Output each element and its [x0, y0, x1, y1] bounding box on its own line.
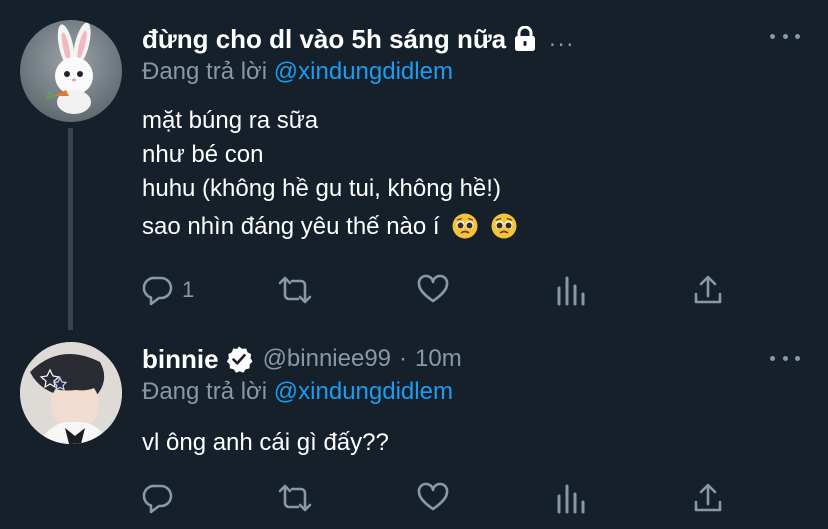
tweet-actions [142, 478, 742, 518]
verified-icon [225, 345, 253, 373]
timestamp[interactable]: 10m [415, 345, 462, 373]
thread-connector [68, 128, 73, 330]
analytics-icon [557, 276, 585, 306]
share-icon [694, 483, 722, 512]
tweet[interactable]: đừng cho dl vào 5h sáng nữa ... Đang trả… [0, 0, 828, 330]
mention-link[interactable]: @xindungdidlem [274, 378, 453, 405]
like-icon [417, 274, 449, 303]
replying-to: Đang trả lời @xindungdidlem [142, 378, 453, 406]
analytics-icon [557, 484, 585, 514]
tweet-text: mặt búng ra sữa như bé con huhu (không h… [142, 104, 517, 244]
reply-button[interactable] [142, 478, 182, 518]
tweet-line-with-emoji: sao nhìn đáng yêu thế nào í [142, 210, 517, 244]
replying-to-label: Đang trả lời [142, 58, 274, 85]
tweet-header: binnie @binniee99 · 10m [142, 342, 462, 376]
like-icon [417, 482, 449, 511]
retweet-button[interactable] [277, 270, 313, 310]
user-handle[interactable]: @binniee99 [263, 345, 391, 373]
tweet-line: vl ông anh cái gì đấy?? [142, 429, 389, 456]
mention-link[interactable]: @xindungdidlem [274, 58, 453, 85]
tweet-text: vl ông anh cái gì đấy?? [142, 426, 389, 460]
like-button[interactable] [417, 270, 449, 310]
reply-count: 1 [182, 277, 195, 302]
reply-icon [142, 484, 173, 514]
display-name[interactable]: đừng cho dl vào 5h sáng nữa [142, 24, 506, 55]
replying-to-label: Đang trả lời [142, 378, 274, 405]
lock-icon [513, 26, 537, 52]
share-button[interactable] [693, 478, 723, 518]
tweet-line: huhu (không hề gu tui, không hề!) [142, 175, 501, 202]
pleading-face-icon [452, 213, 478, 239]
share-icon [694, 275, 722, 304]
display-name[interactable]: binnie [142, 344, 219, 375]
avatar[interactable] [20, 20, 122, 122]
share-button[interactable] [693, 270, 723, 310]
tweet-actions: 1 [142, 270, 742, 310]
pleading-face-icon [491, 213, 517, 239]
tweet-line: sao nhìn đáng yêu thế nào í [142, 213, 440, 240]
reply-button[interactable]: 1 [142, 270, 194, 310]
analytics-button[interactable] [556, 270, 586, 310]
reply-icon [142, 276, 173, 306]
more-icon[interactable] [770, 348, 800, 368]
like-button[interactable] [417, 478, 449, 518]
separator-dot: · [399, 345, 408, 372]
tweet-line: như bé con [142, 141, 264, 168]
tweet[interactable]: binnie @binniee99 · 10m Đang trả lời @xi… [0, 330, 828, 529]
avatar[interactable] [20, 342, 122, 444]
replying-to: Đang trả lời @xindungdidlem [142, 58, 453, 86]
bunny-avatar-image [45, 22, 93, 114]
analytics-button[interactable] [556, 478, 586, 518]
retweet-icon [278, 276, 312, 304]
truncation-ellipsis: ... [549, 25, 576, 52]
tweet-header: đừng cho dl vào 5h sáng nữa ... [142, 22, 575, 56]
retweet-icon [278, 484, 312, 512]
tweet-line: mặt búng ra sữa [142, 107, 319, 134]
more-icon[interactable] [770, 26, 800, 46]
person-avatar-image [20, 342, 122, 444]
retweet-button[interactable] [277, 478, 313, 518]
